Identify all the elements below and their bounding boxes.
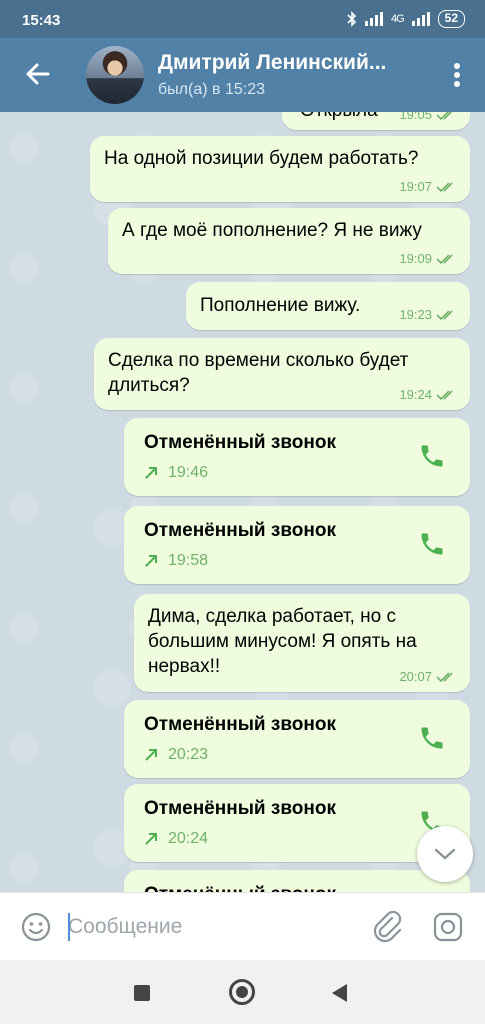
message-meta: 19:23	[399, 307, 456, 322]
double-check-icon	[436, 309, 453, 320]
message-list[interactable]: Открыла 19:05 На одной позиции будем раб…	[0, 112, 485, 892]
status-icons: 4G 52	[347, 10, 465, 28]
message-time: 19:24	[399, 387, 432, 402]
message-bubble[interactable]: Сделка по времени сколько будет длиться?…	[94, 338, 470, 410]
call-time: 20:23	[168, 746, 209, 763]
double-check-icon	[436, 389, 453, 400]
call-meta: 20:23	[144, 746, 208, 764]
message-composer	[0, 892, 485, 960]
avatar[interactable]	[86, 46, 144, 104]
chat-title[interactable]: Дмитрий Ленинский...	[158, 51, 418, 75]
more-menu-icon[interactable]	[453, 62, 461, 88]
phone-icon[interactable]	[418, 530, 446, 558]
message-text: Открыла	[300, 112, 378, 123]
message-meta: 19:09	[399, 251, 456, 266]
double-check-icon	[436, 112, 452, 120]
message-time: 20:07	[399, 669, 432, 684]
message-bubble[interactable]: А где моё пополнение? Я не вижу 19:09	[108, 208, 470, 274]
chat-header: Дмитрий Ленинский... был(а) в 15:23	[0, 38, 485, 112]
recent-apps-icon[interactable]	[134, 985, 150, 1001]
call-meta: 20:24	[144, 830, 208, 848]
phone-icon[interactable]	[418, 442, 446, 470]
call-time: 20:24	[168, 830, 209, 847]
call-bubble[interactable]: Отменённый звонок	[124, 870, 470, 892]
call-bubble[interactable]: Отменённый звонок 19:58	[124, 506, 470, 584]
emoji-icon[interactable]	[20, 911, 52, 943]
attach-icon[interactable]	[370, 909, 404, 943]
text-cursor	[68, 913, 70, 941]
outgoing-arrow-icon	[145, 833, 157, 845]
message-time: 19:09	[399, 251, 432, 266]
last-seen-status: был(а) в 15:23	[158, 81, 265, 98]
home-icon-dot	[236, 986, 248, 998]
battery-indicator: 52	[437, 10, 465, 28]
outgoing-arrow-icon	[145, 749, 157, 761]
system-back-icon[interactable]	[332, 984, 347, 1002]
call-bubble[interactable]: Отменённый звонок 19:46	[124, 418, 470, 496]
message-bubble[interactable]: Дима, сделка работает, но с большим мину…	[134, 594, 470, 692]
bluetooth-icon	[347, 11, 357, 27]
double-check-icon	[436, 181, 453, 192]
back-arrow-icon[interactable]	[22, 58, 54, 90]
double-check-icon	[436, 253, 453, 264]
call-title: Отменённый звонок	[144, 432, 336, 453]
double-check-icon	[436, 671, 453, 682]
call-title: Отменённый звонок	[144, 520, 336, 541]
message-text: Пополнение вижу.	[200, 295, 361, 316]
call-meta: 19:46	[144, 464, 208, 482]
camera-icon[interactable]	[432, 911, 464, 943]
call-title: Отменённый звонок	[144, 714, 336, 735]
signal-icon	[364, 12, 383, 26]
message-text: Дима, сделка работает, но с большим мину…	[148, 606, 417, 677]
message-time: 19:23	[399, 307, 432, 322]
call-title: Отменённый звонок	[144, 884, 336, 892]
status-bar: 15:43 4G 52	[0, 0, 485, 38]
chevron-down-icon	[434, 848, 456, 860]
message-input[interactable]	[68, 907, 358, 947]
signal-4g-icon	[411, 12, 430, 26]
home-icon[interactable]	[229, 979, 255, 1005]
scroll-down-button[interactable]	[417, 826, 473, 882]
status-time: 15:43	[22, 12, 61, 29]
outgoing-arrow-icon	[145, 555, 157, 567]
call-meta: 19:58	[144, 552, 208, 570]
call-time: 19:46	[168, 464, 209, 481]
message-text: А где моё пополнение? Я не вижу	[122, 220, 422, 241]
message-meta: 19:07	[399, 179, 456, 194]
message-bubble[interactable]: Открыла 19:05	[282, 112, 470, 130]
message-meta: 19:05	[399, 112, 456, 122]
call-bubble[interactable]: Отменённый звонок 20:23	[124, 700, 470, 778]
outgoing-arrow-icon	[145, 467, 157, 479]
message-text: На одной позиции будем работать?	[104, 148, 419, 169]
message-meta: 20:07	[399, 669, 456, 684]
message-meta: 19:24	[399, 387, 456, 402]
system-nav-bar	[0, 960, 485, 1024]
message-time: 19:07	[399, 179, 432, 194]
call-time: 19:58	[168, 552, 209, 569]
call-title: Отменённый звонок	[144, 798, 336, 819]
message-time: 19:05	[399, 112, 432, 122]
phone-icon[interactable]	[418, 724, 446, 752]
message-bubble[interactable]: Пополнение вижу. 19:23	[186, 282, 470, 330]
network-type: 4G	[390, 13, 405, 25]
message-bubble[interactable]: На одной позиции будем работать? 19:07	[90, 136, 470, 202]
